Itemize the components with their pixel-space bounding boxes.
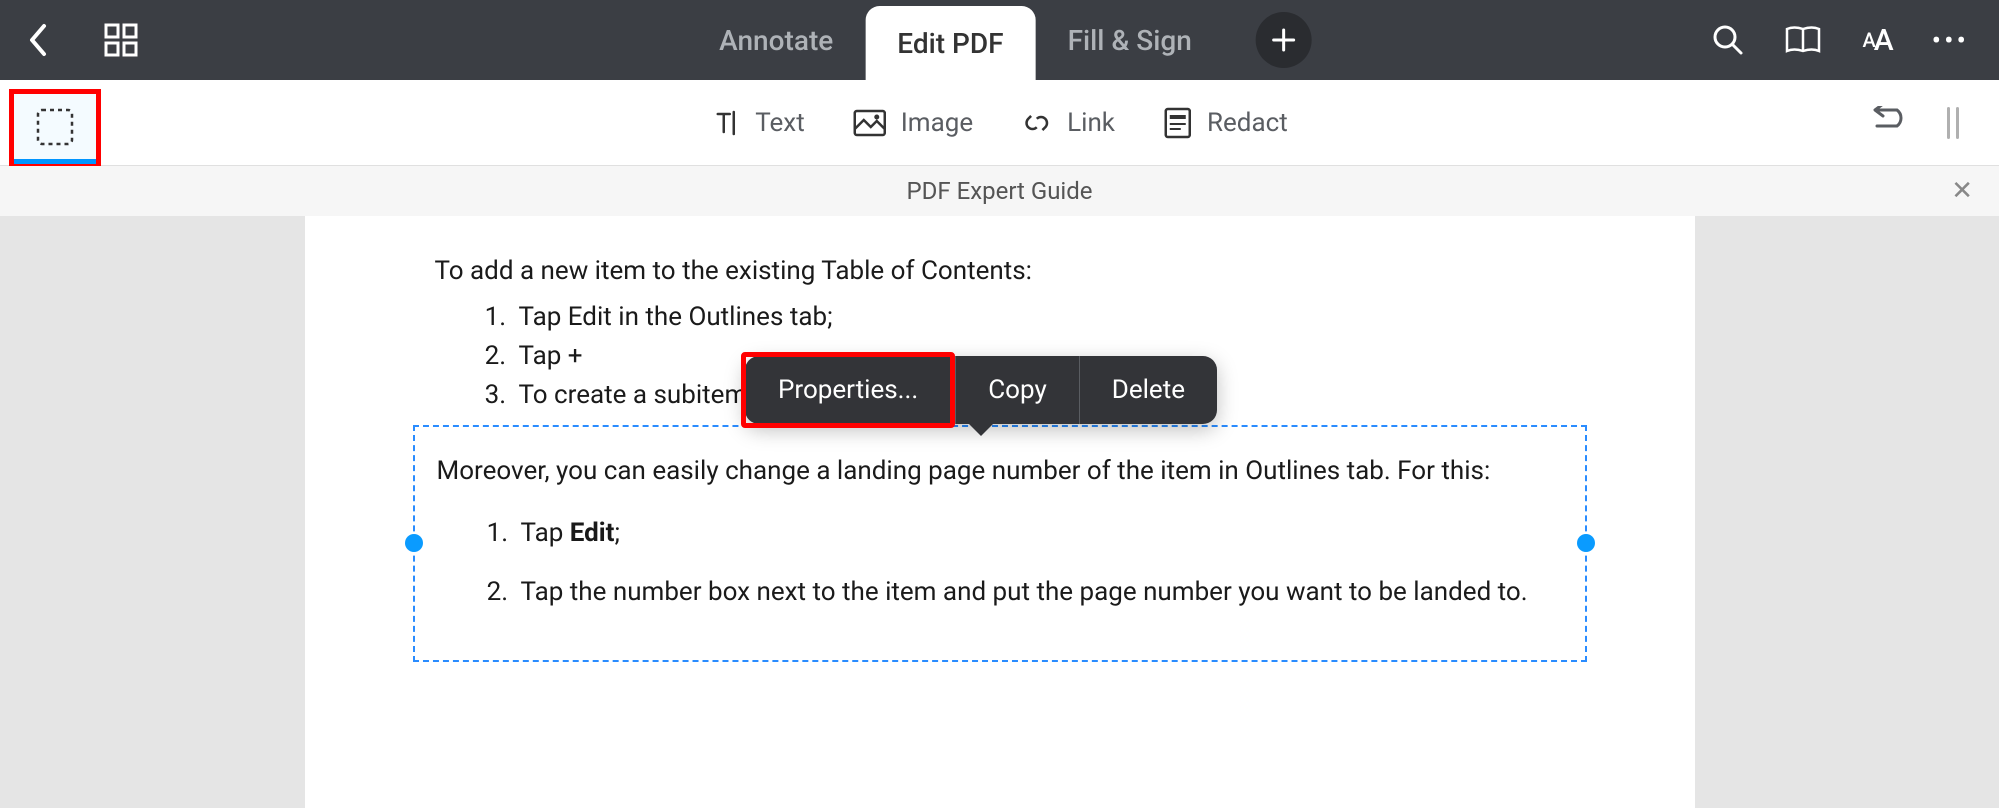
document-viewport[interactable]: To add a new item to the existing Table …	[0, 216, 1999, 808]
link-icon	[1021, 107, 1053, 139]
thumbnails-button[interactable]	[104, 23, 138, 57]
document-title: PDF Expert Guide	[906, 177, 1092, 205]
tab-fill-sign[interactable]: Fill & Sign	[1036, 0, 1224, 80]
selection-marquee-icon	[34, 106, 76, 148]
more-options-button[interactable]: •••	[1932, 24, 1969, 57]
selection-handle-left[interactable]	[405, 534, 423, 552]
redact-tool-label: Redact	[1207, 108, 1288, 138]
close-icon: ✕	[1951, 176, 1973, 206]
document-page[interactable]: To add a new item to the existing Table …	[305, 216, 1695, 808]
edit-tools-group: Text Image Link Redact	[711, 106, 1287, 140]
tab-edit-pdf[interactable]: Edit PDF	[865, 6, 1035, 80]
intro-paragraph: To add a new item to the existing Table …	[435, 256, 1565, 286]
image-tool[interactable]: Image	[853, 108, 973, 138]
search-icon	[1712, 24, 1744, 56]
toolbar-drag-handle[interactable]	[1947, 107, 1959, 139]
selection-handle-right[interactable]	[1577, 534, 1595, 552]
text-cursor-icon	[711, 108, 741, 138]
selection-tool-button[interactable]	[9, 89, 101, 169]
list-item: Tap Edit;	[515, 513, 1563, 553]
search-button[interactable]	[1712, 24, 1744, 56]
plus-icon	[1271, 27, 1297, 53]
mode-tabs: Annotate Edit PDF Fill & Sign	[687, 0, 1312, 80]
back-button[interactable]	[20, 23, 48, 57]
context-menu-delete[interactable]: Delete	[1080, 356, 1217, 424]
edit-toolbar-right	[1871, 106, 1959, 140]
edit-toolbar: Text Image Link Redact	[0, 80, 1999, 166]
small-a-icon: A	[1862, 28, 1873, 52]
list-item-bold: Edit	[570, 518, 615, 548]
reader-view-button[interactable]	[1784, 24, 1822, 56]
text-tool-label: Text	[755, 108, 804, 138]
list-item-text: Tap	[521, 518, 570, 548]
undo-icon	[1871, 106, 1911, 136]
selected-text-block[interactable]: Moreover, you can easily change a landin…	[413, 425, 1587, 662]
context-menu-copy[interactable]: Copy	[956, 356, 1079, 424]
context-menu-properties[interactable]: Properties...	[741, 352, 955, 428]
text-tool[interactable]: Text	[711, 108, 804, 138]
book-icon	[1784, 24, 1822, 56]
list-item: Tap Edit in the Outlines tab;	[513, 298, 1565, 337]
link-tool-label: Link	[1067, 108, 1115, 138]
tab-annotate[interactable]: Annotate	[687, 0, 865, 80]
ellipsis-icon: •••	[1932, 24, 1969, 57]
chevron-left-icon	[28, 23, 48, 57]
list-item-text: ;	[614, 518, 620, 548]
context-menu: Properties... Copy Delete	[745, 356, 1217, 424]
toolbar-right-group: AA •••	[1712, 23, 1969, 58]
undo-button[interactable]	[1871, 106, 1911, 140]
main-toolbar: Annotate Edit PDF Fill & Sign AA •••	[0, 0, 1999, 80]
steps-list-2: Tap Edit; Tap the number box next to the…	[437, 513, 1563, 612]
add-tab-button[interactable]	[1256, 12, 1312, 68]
document-title-bar: PDF Expert Guide ✕	[0, 166, 1999, 216]
redact-icon	[1163, 106, 1193, 140]
image-icon	[853, 109, 887, 137]
selected-paragraph: Moreover, you can easily change a landin…	[437, 451, 1563, 491]
redact-tool[interactable]: Redact	[1163, 106, 1288, 140]
toolbar-left-group	[20, 23, 138, 57]
large-a-icon: A	[1874, 23, 1892, 58]
close-document-button[interactable]: ✕	[1951, 176, 1973, 206]
list-item: Tap the number box next to the item and …	[515, 572, 1563, 612]
image-tool-label: Image	[901, 108, 973, 138]
link-tool[interactable]: Link	[1021, 107, 1115, 139]
text-size-button[interactable]: AA	[1862, 23, 1891, 58]
grid-icon	[104, 23, 138, 57]
